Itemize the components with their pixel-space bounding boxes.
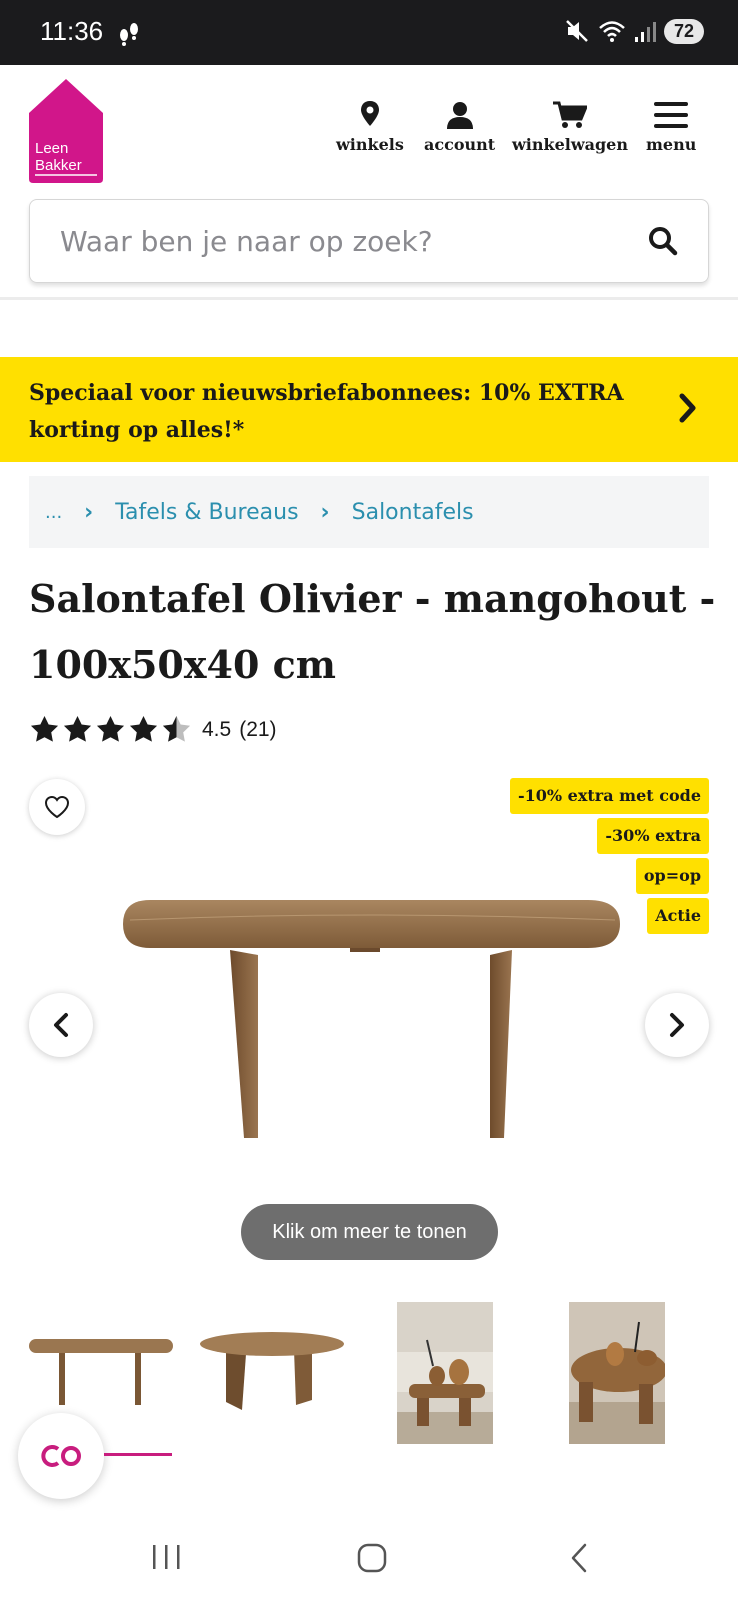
chevron-right-icon: [679, 393, 696, 423]
home-icon[interactable]: [356, 1542, 388, 1574]
gallery-next-button[interactable]: [645, 993, 709, 1057]
site-header: Leen Bakker winkels account winkelwagen: [0, 65, 738, 300]
breadcrumb: ... › Tafels & Bureaus › Salontafels: [29, 476, 709, 548]
system-navigation-bar: [0, 1520, 738, 1600]
status-time: 11:36: [40, 16, 104, 46]
nav-winkels[interactable]: winkels: [336, 101, 404, 154]
breadcrumb-salontafels[interactable]: Salontafels: [352, 500, 474, 525]
product-rating[interactable]: 4.5 (21): [29, 714, 277, 745]
signal-icon: [634, 22, 656, 42]
status-bar: 11:36 72: [0, 0, 738, 65]
badge-extra-30: -30% extra: [597, 818, 709, 854]
chevron-right-icon: [670, 1013, 684, 1037]
show-more-button[interactable]: Klik om meer te tonen: [241, 1204, 498, 1260]
search-input[interactable]: [60, 224, 648, 258]
wifi-icon: [599, 21, 625, 42]
gallery-prev-button[interactable]: [29, 993, 93, 1057]
nav-label-account: account: [424, 135, 496, 154]
heart-icon: [44, 795, 70, 819]
leen-bakker-logo[interactable]: Leen Bakker: [29, 79, 103, 183]
star-filled-icon: [129, 715, 158, 742]
thumbnail-2[interactable]: [200, 1330, 345, 1415]
logo-text-bakker: Bakker: [35, 157, 82, 174]
search-bar: [29, 199, 709, 283]
thumbnail-active-indicator: [104, 1453, 172, 1456]
chevron-right-icon: ›: [320, 499, 330, 525]
star-half-icon: [162, 715, 191, 742]
nav-winkelwagen[interactable]: winkelwagen: [512, 101, 628, 154]
notification-icon: [120, 23, 138, 46]
badge-extra-code: -10% extra met code: [509, 778, 709, 814]
star-filled-icon: [63, 715, 92, 742]
chat-button[interactable]: [18, 1413, 104, 1499]
chevron-left-icon: [54, 1013, 68, 1037]
battery-indicator: 72: [663, 18, 704, 44]
favorite-button[interactable]: [29, 779, 85, 835]
mute-icon: [566, 20, 588, 42]
badge-op-op: op=op: [635, 858, 709, 894]
product-title: Salontafel Olivier - mangohout - 100x50x…: [29, 576, 716, 687]
back-icon[interactable]: [568, 1542, 590, 1574]
chat-logo-icon: [41, 1445, 81, 1467]
hamburger-menu-icon: [654, 102, 689, 128]
product-image[interactable]: [120, 900, 620, 1150]
user-icon: [446, 102, 473, 129]
newsletter-promo-banner[interactable]: Speciaal voor nieuwsbriefabonnees: 10% E…: [0, 357, 738, 462]
nav-account[interactable]: account: [424, 101, 495, 154]
thumbnail-4[interactable]: [569, 1302, 665, 1444]
recent-apps-icon[interactable]: [151, 1542, 183, 1572]
badge-actie: Actie: [647, 898, 709, 934]
review-count: (21): [239, 717, 277, 741]
nav-label-menu: menu: [646, 135, 697, 154]
star-filled-icon: [96, 715, 125, 742]
nav-label-winkelwagen: winkelwagen: [512, 135, 628, 154]
thumbnail-3[interactable]: [397, 1302, 493, 1444]
rating-value: 4.5: [202, 717, 232, 741]
nav-label-winkels: winkels: [336, 135, 404, 154]
cart-icon: [552, 101, 587, 128]
chevron-right-icon: ›: [84, 499, 94, 525]
location-pin-icon: [360, 101, 379, 126]
thumbnail-1[interactable]: [29, 1335, 173, 1410]
breadcrumb-tafels-bureaus[interactable]: Tafels & Bureaus: [115, 500, 298, 525]
search-icon[interactable]: [648, 226, 678, 256]
star-filled-icon: [30, 715, 59, 742]
nav-menu[interactable]: menu: [646, 101, 696, 154]
breadcrumb-ellipsis[interactable]: ...: [45, 502, 62, 523]
promo-text: Speciaal voor nieuwsbriefabonnees: 10% E…: [29, 380, 624, 443]
logo-text-leen: Leen: [35, 140, 68, 157]
